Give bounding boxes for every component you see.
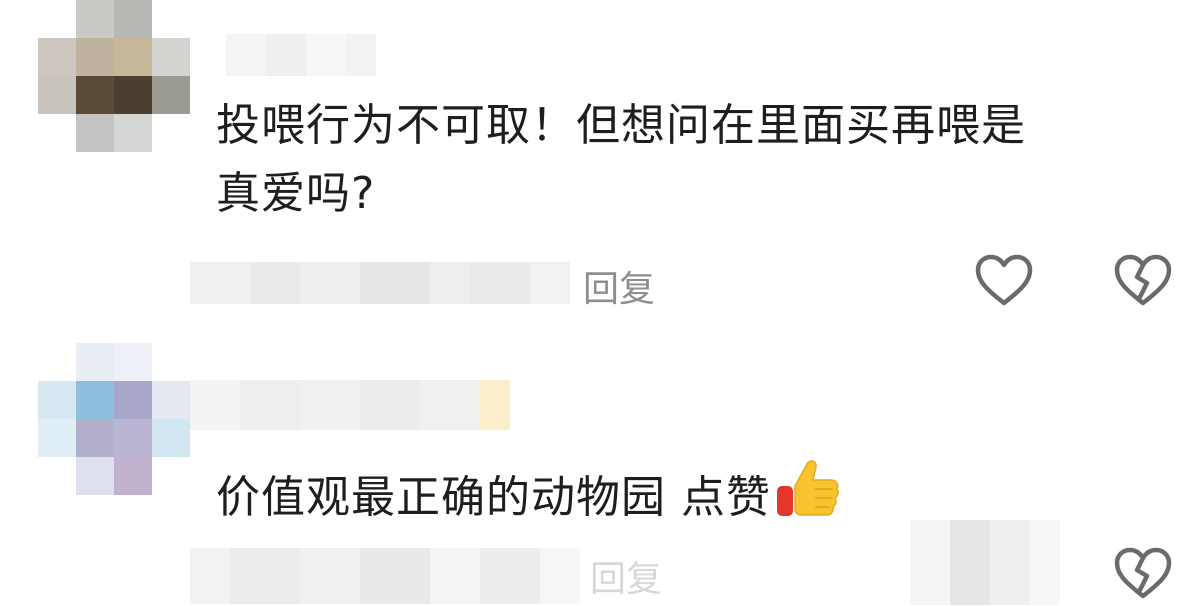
avatar[interactable]: [38, 343, 190, 495]
comment-text: 投喂行为不可取！但想问在里面买再喂是 真爱吗?: [216, 92, 1026, 228]
comment-text: 价值观最正确的动物园 点赞: [216, 456, 841, 540]
username-blurred: [190, 380, 530, 430]
comment-item: 价值观最正确的动物园 点赞 回复: [0, 340, 1201, 605]
comment-text-line-2: 真爱吗?: [216, 168, 376, 219]
broken-heart-icon[interactable]: [1113, 546, 1173, 606]
comment-text-line-1: 投喂行为不可取！但想问在里面买再喂是: [216, 100, 1026, 151]
avatar[interactable]: [38, 0, 190, 152]
comment-item: 投喂行为不可取！但想问在里面买再喂是 真爱吗? 回复: [0, 0, 1201, 320]
comment-text-line-1: 价值观最正确的动物园 点赞: [216, 472, 771, 523]
username-blurred: [226, 34, 376, 76]
thumbs-up-icon: [775, 456, 841, 540]
reply-button[interactable]: 回复: [590, 550, 662, 602]
reply-button[interactable]: 回复: [583, 260, 655, 312]
comment-meta-blurred: [190, 548, 580, 604]
heart-outline-icon[interactable]: [974, 253, 1034, 313]
broken-heart-icon[interactable]: [1113, 253, 1173, 313]
like-count-blurred: [910, 520, 1060, 605]
comment-meta-blurred: [190, 262, 570, 304]
